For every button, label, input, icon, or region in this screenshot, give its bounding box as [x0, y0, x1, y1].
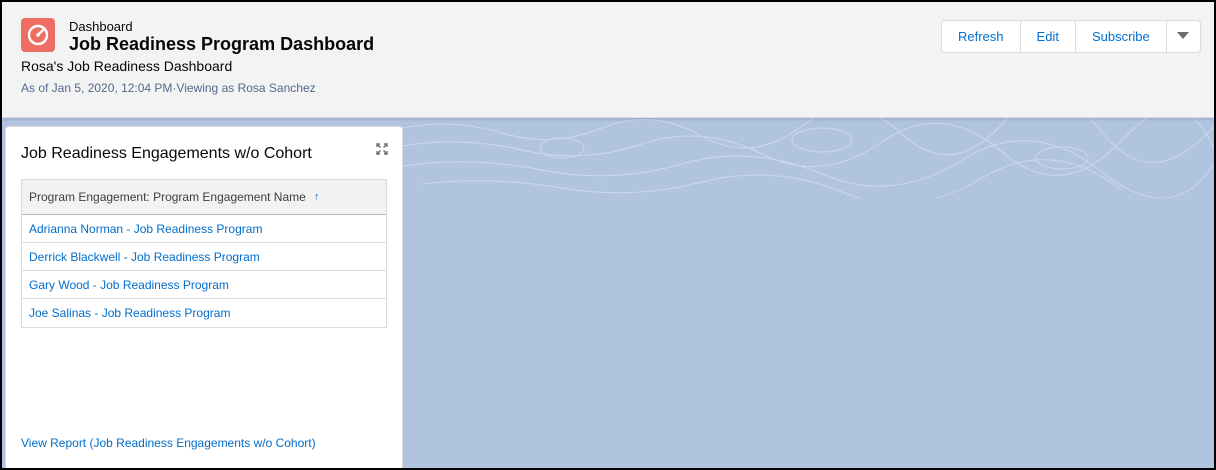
record-link[interactable]: Derrick Blackwell - Job Readiness Progra… [29, 250, 260, 264]
page-title: Job Readiness Program Dashboard [69, 34, 375, 54]
column-header-label: Program Engagement: Program Engagement N… [29, 189, 306, 204]
dashboard-subtitle: Rosa's Job Readiness Dashboard [21, 58, 233, 74]
more-actions-button[interactable] [1167, 21, 1200, 52]
view-report-link[interactable]: View Report (Job Readiness Engagements w… [21, 436, 316, 450]
table-row: Derrick Blackwell - Job Readiness Progra… [22, 243, 386, 271]
record-link[interactable]: Gary Wood - Job Readiness Program [29, 278, 229, 292]
widget-title: Job Readiness Engagements w/o Cohort [21, 145, 312, 162]
record-link[interactable]: Adrianna Norman - Job Readiness Program [29, 222, 262, 236]
dashboard-header: Dashboard Job Readiness Program Dashboar… [2, 2, 1214, 118]
record-link[interactable]: Joe Salinas - Job Readiness Program [29, 306, 230, 320]
column-header[interactable]: Program Engagement: Program Engagement N… [22, 180, 386, 215]
dashboard-timestamp: As of Jan 5, 2020, 12:04 PM·Viewing as R… [21, 81, 316, 95]
expand-icon[interactable] [376, 143, 388, 155]
table-row: Joe Salinas - Job Readiness Program [22, 299, 386, 327]
table-row: Adrianna Norman - Job Readiness Program [22, 215, 386, 243]
chevron-down-icon [1176, 32, 1189, 39]
report-table: Program Engagement: Program Engagement N… [21, 179, 387, 328]
arrow-up-icon: ↑ [313, 190, 320, 203]
edit-button[interactable]: Edit [1021, 21, 1076, 52]
app-frame: Dashboard Job Readiness Program Dashboar… [2, 2, 1214, 468]
dashboard-gauge-icon [21, 18, 55, 52]
table-row: Gary Wood - Job Readiness Program [22, 271, 386, 299]
subscribe-button[interactable]: Subscribe [1076, 21, 1167, 52]
refresh-button[interactable]: Refresh [942, 21, 1021, 52]
object-type-label: Dashboard [69, 19, 133, 34]
report-widget-card: Job Readiness Engagements w/o Cohort Pro… [5, 126, 403, 468]
header-button-group: Refresh Edit Subscribe [941, 20, 1201, 53]
